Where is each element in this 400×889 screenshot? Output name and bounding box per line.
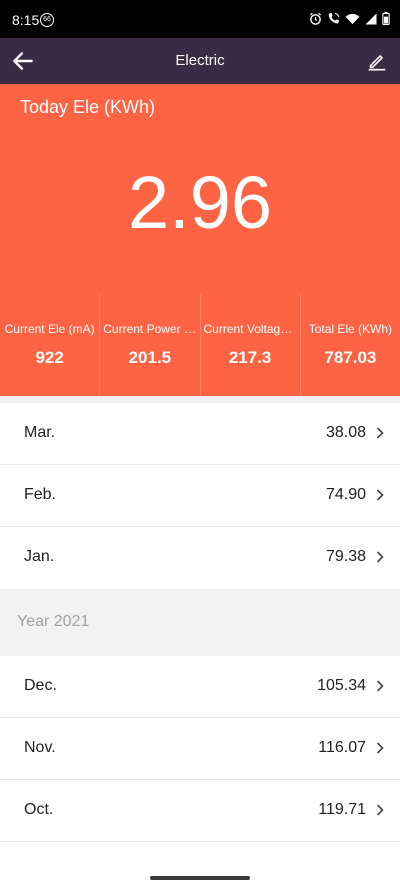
month-label: Mar. bbox=[24, 424, 56, 441]
chevron-right-icon bbox=[376, 551, 384, 563]
list-item-month[interactable]: Feb. 74.90 bbox=[0, 465, 400, 527]
battery-icon bbox=[382, 12, 390, 25]
stat-label: Total Ele (KWh) bbox=[308, 322, 393, 336]
month-list-current: Mar. 38.08 Feb. 74.90 Jan. 79.38 bbox=[0, 403, 400, 589]
signal-icon bbox=[365, 13, 377, 24]
year-header: Year 2021 bbox=[0, 590, 400, 656]
status-time: 8:15 bbox=[12, 12, 40, 28]
month-label: Dec. bbox=[24, 677, 57, 694]
chevron-right-icon bbox=[376, 489, 384, 501]
notification-badge: 66 bbox=[40, 13, 54, 27]
month-value: 74.90 bbox=[325, 486, 366, 503]
list-item-month[interactable]: Oct. 119.71 bbox=[0, 780, 400, 842]
stat-total-ele: Total Ele (KWh) 787.03 bbox=[301, 294, 400, 396]
stat-value: 201.5 bbox=[128, 348, 172, 367]
status-bar: 8:15 66 bbox=[0, 0, 400, 38]
year-label: Year 2021 bbox=[17, 613, 90, 630]
month-value: 79.38 bbox=[325, 548, 366, 565]
list-item-month[interactable]: Dec. 105.34 bbox=[0, 656, 400, 718]
stat-current-ele: Current Ele (mA) 922 bbox=[0, 294, 101, 396]
month-label: Jan. bbox=[24, 548, 55, 565]
stat-label: Current Ele (mA) bbox=[4, 322, 95, 336]
stat-value: 217.3 bbox=[228, 348, 272, 367]
stat-value: 787.03 bbox=[324, 348, 377, 367]
month-label: Nov. bbox=[24, 739, 56, 756]
list-item-month[interactable] bbox=[0, 842, 400, 889]
page-title: Electric bbox=[175, 52, 225, 69]
chevron-right-icon bbox=[376, 427, 384, 439]
today-ele-label: Today Ele (KWh) bbox=[20, 97, 156, 117]
wifi-calling-icon bbox=[328, 12, 340, 24]
month-value: 116.07 bbox=[318, 739, 366, 756]
chevron-right-icon bbox=[376, 680, 384, 692]
month-value: 38.08 bbox=[325, 424, 366, 441]
month-value: 105.34 bbox=[317, 677, 366, 694]
stat-label: Current Power (… bbox=[103, 322, 200, 336]
chevron-right-icon bbox=[376, 804, 384, 816]
stat-value: 922 bbox=[35, 348, 64, 367]
month-label: Feb. bbox=[24, 486, 57, 503]
chevron-right-icon bbox=[376, 742, 384, 754]
today-ele-value: 2.96 bbox=[127, 161, 273, 244]
stat-current-voltage: Current Voltage… 217.3 bbox=[201, 294, 301, 396]
home-indicator[interactable] bbox=[150, 876, 250, 880]
stat-current-power: Current Power (… 201.5 bbox=[100, 294, 201, 396]
today-electricity-panel: Today Ele (KWh) 2.96 Current Ele (mA) 92… bbox=[0, 84, 400, 396]
list-item-month[interactable]: Jan. 79.38 bbox=[0, 527, 400, 589]
list-item-month[interactable]: Mar. 38.08 bbox=[0, 403, 400, 465]
stat-label: Current Voltage… bbox=[203, 322, 299, 336]
alarm-icon bbox=[309, 12, 322, 25]
month-label: Oct. bbox=[24, 801, 54, 818]
month-value: 119.71 bbox=[318, 801, 366, 818]
month-list-2021: Dec. 105.34 Nov. 116.07 Oct. 119.71 bbox=[0, 656, 400, 889]
stats-row: Current Ele (mA) 922 Current Power (… 20… bbox=[0, 294, 400, 396]
list-item-month[interactable]: Nov. 116.07 bbox=[0, 718, 400, 780]
edit-pencil-icon[interactable] bbox=[366, 50, 388, 72]
app-bar: Electric bbox=[0, 38, 400, 84]
wifi-icon bbox=[345, 13, 360, 24]
status-icons bbox=[309, 12, 390, 25]
